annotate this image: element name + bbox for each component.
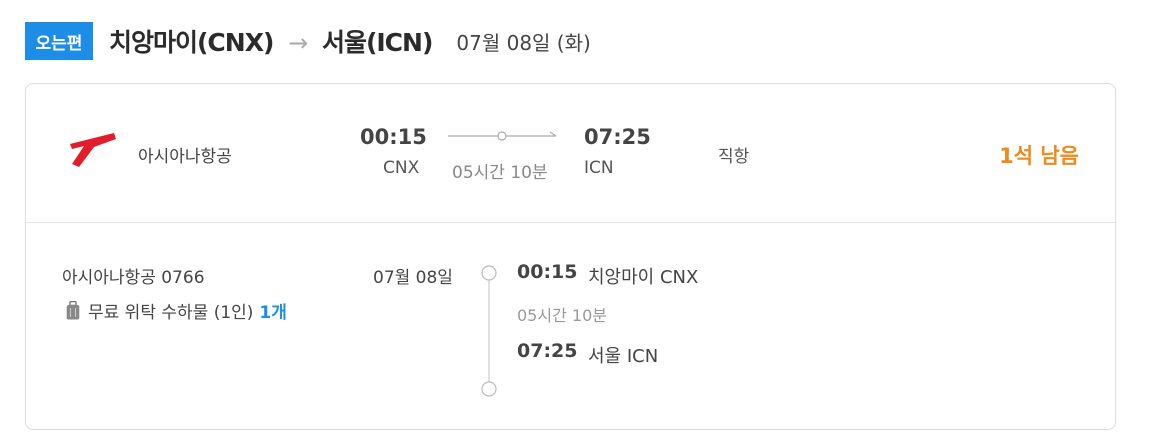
segment-arrival-time: 07:25 [517, 340, 578, 362]
seats-left-badge: 1석 남음 [999, 144, 1079, 168]
stops-label: 직항 [718, 147, 750, 167]
segment-departure-time: 00:15 [517, 261, 578, 283]
card-divider [26, 222, 1115, 223]
itinerary-timeline [481, 265, 497, 397]
baggage-label: 무료 위탁 수하물 (1인) [88, 303, 254, 323]
arrow-right-icon: → [288, 29, 308, 57]
departure-time: 00:15 [360, 125, 427, 149]
asiana-logo-icon [70, 133, 116, 167]
airline-name: 아시아나항공 [138, 147, 232, 167]
arrival-code: ICN [584, 158, 614, 178]
origin-city: 치앙마이(CNX) [109, 28, 274, 57]
trip-header: 오는편 치앙마이(CNX) → 서울(ICN) 07월 08일 (화) [25, 20, 591, 62]
flight-path-arrow-icon [448, 131, 557, 141]
segment-departure-place: 치앙마이 CNX [588, 267, 699, 288]
flight-number: 아시아나항공 0766 [62, 268, 205, 288]
flight-duration: 05시간 10분 [452, 163, 548, 183]
luggage-icon [66, 300, 80, 319]
flight-card[interactable]: 아시아나항공 00:15 CNX 05시간 10분 07:25 ICN 직항 1… [25, 83, 1116, 430]
route-title: 치앙마이(CNX) → 서울(ICN) [109, 23, 433, 59]
header-date: 07월 08일 (화) [456, 30, 591, 55]
destination-city: 서울(ICN) [321, 28, 433, 57]
departure-code: CNX [383, 158, 420, 178]
return-badge: 오는편 [25, 22, 93, 60]
baggage-info: 무료 위탁 수하물 (1인) 1개 [66, 298, 287, 323]
baggage-count: 1개 [259, 303, 287, 323]
segment-arrival-place: 서울 ICN [588, 346, 659, 367]
arrival-time: 07:25 [584, 125, 651, 149]
segment-duration: 05시간 10분 [517, 306, 607, 325]
segment-date: 07월 08일 [373, 268, 453, 288]
